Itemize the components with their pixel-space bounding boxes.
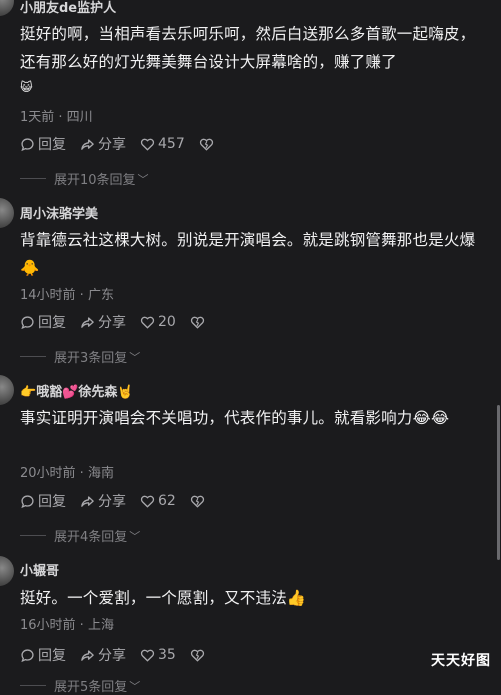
share-label: 分享 [98,137,126,153]
expand-replies-label: 展开5条回复 [54,680,128,695]
share-arrow-icon [81,495,94,507]
comment-meta: 1天前 · 四川 [20,110,93,125]
comment-text-content: 挺好的啊，当相声看去乐呵乐呵，然后白送那么多首歌一起嗨皮，还有那么好的灯光舞美舞… [20,25,476,71]
heart-icon [140,316,155,329]
reply-label: 回复 [38,648,66,664]
comment-bubble-icon [21,494,34,508]
reply-button[interactable]: 回复 [20,134,66,154]
expand-replies-button[interactable]: 展开3条回复 ﹀ [20,347,140,366]
cat-sticker-icon: 😺 [20,80,33,94]
chevron-down-icon: ﹀ [129,350,141,364]
expand-replies-button[interactable]: 展开10条回复 ﹀ [20,169,149,188]
share-button[interactable]: 分享 [80,312,126,332]
share-label: 分享 [98,315,126,331]
comment-actions: 回复 分享 20 [20,312,222,332]
reply-label: 回复 [38,315,66,331]
like-count: 20 [158,314,176,330]
share-label: 分享 [98,648,126,664]
divider-line [20,356,46,357]
like-button[interactable]: 35 [140,647,176,663]
avatar[interactable] [0,375,14,405]
chevron-down-icon: ﹀ [137,172,149,186]
like-button[interactable]: 20 [140,314,176,330]
avatar[interactable] [0,198,14,228]
share-arrow-icon [81,138,94,150]
comment-username[interactable]: 👉哦豁💕徐先森🤘 [20,381,134,400]
comment-text-content: 背靠德云社这棵大树。别说是开演唱会。就是跳钢管舞那也是火爆🐥 [20,231,476,277]
reply-button[interactable]: 回复 [20,312,66,332]
comment-meta: 16小时前 · 上海 [20,618,114,633]
scrollbar[interactable] [497,405,500,560]
hearts-icon: 💕 [62,385,79,400]
share-button[interactable]: 分享 [80,134,126,154]
watermark: 天天好图 [431,653,491,669]
share-arrow-icon [81,316,94,328]
reply-button[interactable]: 回复 [20,645,66,665]
like-count: 62 [158,493,176,509]
comment-username[interactable]: 小朋友de监护人 [20,0,116,16]
share-button[interactable]: 分享 [80,645,126,665]
share-arrow-icon [81,649,94,661]
expand-replies-button[interactable]: 展开5条回复 ﹀ [20,676,140,695]
comment-text: 挺好的啊，当相声看去乐呵乐呵，然后白送那么多首歌一起嗨皮，还有那么好的灯光舞美舞… [20,20,482,76]
chevron-down-icon: ﹀ [129,679,141,693]
comment-meta: 20小时前 · 海南 [20,466,114,481]
share-button[interactable]: 分享 [80,491,126,511]
comment-username[interactable]: 小辗哥 [20,560,59,579]
broken-heart-icon [199,138,213,151]
like-count: 457 [158,136,185,152]
comment-username[interactable]: 周小沫骆学美 [20,203,98,222]
dislike-button[interactable] [199,137,217,152]
comment-bubble-icon [21,648,34,662]
divider-line [20,535,46,536]
broken-heart-icon [190,316,204,329]
like-button[interactable]: 62 [140,493,176,509]
divider-line [20,178,46,179]
broken-heart-icon [190,495,204,508]
comment-meta: 14小时前 · 广东 [20,288,114,303]
like-button[interactable]: 457 [140,136,185,152]
broken-heart-icon [190,649,204,662]
comment-text: 背靠德云社这棵大树。别说是开演唱会。就是跳钢管舞那也是火爆🐥 [20,226,482,282]
username-part: 徐先森 [78,385,118,400]
expand-replies-label: 展开4条回复 [54,530,128,545]
comment-sticker: 😺 [20,80,33,94]
reply-button[interactable]: 回复 [20,491,66,511]
comment-actions: 回复 分享 62 [20,491,222,511]
username-part: 哦豁 [36,385,63,400]
expand-replies-button[interactable]: 展开4条回复 ﹀ [20,526,140,545]
rock-hand-icon: 🤘 [117,385,134,400]
comment-actions: 回复 分享 457 [20,134,231,154]
like-count: 35 [158,647,176,663]
chevron-down-icon: ﹀ [129,529,141,543]
comment-actions: 回复 分享 35 [20,645,222,665]
comment-feed: 小朋友de监护人 挺好的啊，当相声看去乐呵乐呵，然后白送那么多首歌一起嗨皮，还有… [0,0,501,695]
dislike-button[interactable] [190,648,208,663]
avatar[interactable] [0,0,14,16]
comment-bubble-icon [21,315,34,329]
expand-replies-label: 展开3条回复 [54,351,128,366]
comment-text: 挺好。一个爱割，一个愿割，又不违法👍 [20,584,482,612]
pointing-hand-icon: 👉 [20,385,37,400]
share-label: 分享 [98,494,126,510]
reply-label: 回复 [38,137,66,153]
divider-line [20,685,46,686]
dislike-button[interactable] [190,315,208,330]
heart-icon [140,138,155,151]
comment-text: 事实证明开演唱会不关唱功，代表作的事儿。就看影响力😂😂 [20,404,482,432]
heart-icon [140,495,155,508]
comment-text-content: 事实证明开演唱会不关唱功，代表作的事儿。就看影响力😂😂 [20,409,450,427]
avatar[interactable] [0,556,14,586]
heart-icon [140,649,155,662]
comment-text-content: 挺好。一个爱割，一个愿割，又不违法👍 [20,589,307,607]
expand-replies-label: 展开10条回复 [54,173,136,188]
dislike-button[interactable] [190,494,208,509]
reply-label: 回复 [38,494,66,510]
comment-bubble-icon [21,137,34,151]
